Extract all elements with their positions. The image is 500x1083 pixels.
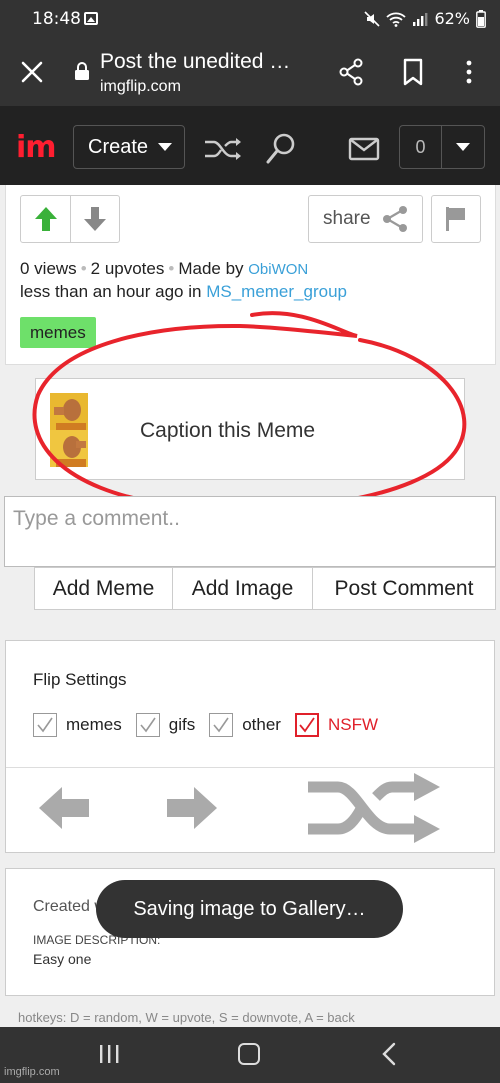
filter-label: NSFW	[327, 715, 378, 734]
time-label: less than an hour ago in	[20, 282, 202, 301]
close-icon[interactable]	[18, 58, 46, 86]
stream-link[interactable]: MS_memer_group	[206, 282, 347, 301]
share-icon[interactable]	[338, 58, 364, 86]
gallery-notification-icon	[84, 12, 98, 25]
flip-settings-heading: Flip Settings	[33, 670, 127, 689]
chevron-down-icon	[158, 143, 173, 151]
tag-badge[interactable]: memes	[20, 317, 96, 348]
signal-icon	[413, 12, 428, 26]
filter-label: gifs	[168, 715, 196, 734]
imgflip-watermark: imgflip.com	[4, 1066, 60, 1078]
caption-meme-button[interactable]: Caption this Meme	[35, 378, 465, 480]
made-by-label: Made by	[178, 259, 244, 278]
post-stats: 0 views • 2 upvotes • Made by ObiWON	[20, 259, 309, 278]
checkbox[interactable]	[209, 713, 234, 737]
checkbox[interactable]	[33, 713, 57, 737]
shuffle-icon[interactable]	[203, 136, 243, 162]
mute-icon	[364, 10, 381, 27]
page-url: imgflip.com	[100, 78, 181, 95]
share-label: share	[323, 208, 371, 229]
image-description-text: Easy one	[33, 951, 92, 967]
flag-button[interactable]	[431, 195, 481, 243]
check-icon	[140, 717, 156, 733]
battery-icon	[476, 9, 486, 28]
filter-other-checkbox[interactable]: other	[209, 713, 281, 737]
post-comment-button[interactable]: Post Comment	[313, 567, 496, 610]
battery-percent: 62%	[434, 9, 470, 28]
post-card: share 0 views • 2 upvotes • Made by ObiWON l…	[5, 185, 496, 365]
toast-message: Saving image to Gallery…	[96, 880, 403, 938]
meme-thumbnail	[50, 393, 88, 467]
back-icon[interactable]	[380, 1042, 398, 1066]
imgflip-logo[interactable]: im	[16, 133, 57, 163]
checkbox[interactable]	[294, 713, 319, 737]
system-navigation-bar	[0, 1027, 500, 1083]
more-options-icon[interactable]	[462, 58, 476, 86]
author-link[interactable]: ObiWON	[248, 261, 308, 278]
bookmark-icon[interactable]	[402, 58, 424, 86]
chevron-down-icon	[456, 143, 470, 151]
mail-icon[interactable]	[348, 136, 380, 162]
recent-apps-icon[interactable]	[98, 1044, 120, 1064]
add-meme-button[interactable]: Add Meme	[34, 567, 173, 610]
random-shuffle-icon[interactable]	[306, 773, 441, 843]
arrow-up-icon	[34, 207, 57, 231]
wifi-icon	[386, 12, 407, 27]
notifications-dropdown[interactable]: 0	[399, 125, 485, 169]
filter-gifs-checkbox[interactable]: gifs	[135, 713, 196, 737]
divider	[6, 767, 494, 768]
filter-label: other	[242, 715, 281, 734]
view-count: 0 views	[20, 259, 77, 278]
check-icon	[37, 717, 53, 733]
create-label: Create	[88, 135, 149, 158]
flip-filter-options: memes gifs other NSFW	[33, 713, 392, 737]
share-button[interactable]: share	[308, 195, 423, 243]
checkbox[interactable]	[135, 713, 160, 737]
add-image-button[interactable]: Add Image	[173, 567, 313, 610]
upvote-count: 2 upvotes	[90, 259, 165, 278]
vote-box	[20, 195, 120, 243]
page-title: Post the unedited …	[100, 50, 291, 73]
search-icon[interactable]	[265, 132, 297, 166]
upvote-button[interactable]	[21, 196, 70, 242]
next-arrow-icon[interactable]	[166, 785, 218, 831]
create-dropdown[interactable]: Create	[73, 125, 185, 169]
arrow-down-icon	[84, 207, 106, 231]
comment-actions: Add Meme Add Image Post Comment	[34, 567, 496, 610]
notifications-caret	[442, 126, 484, 168]
downvote-button[interactable]	[70, 196, 119, 242]
status-time: 18:48	[32, 9, 81, 29]
filter-memes-checkbox[interactable]: memes	[33, 713, 122, 737]
filter-label: memes	[66, 715, 122, 734]
share-icon	[382, 206, 407, 232]
check-icon	[213, 717, 229, 733]
flip-settings-panel: Flip Settings memes gifs other NSFW	[5, 640, 495, 853]
check-icon	[299, 717, 315, 733]
comment-input[interactable]: Type a comment..	[4, 496, 496, 567]
notification-count: 0	[400, 126, 442, 168]
status-bar: 18:48 62%	[0, 0, 500, 40]
caption-meme-label: Caption this Meme	[140, 419, 316, 442]
site-header: im Create 0	[0, 106, 500, 185]
previous-arrow-icon[interactable]	[38, 785, 90, 831]
status-icons: 62%	[364, 9, 486, 28]
filter-nsfw-checkbox[interactable]: NSFW	[294, 713, 378, 737]
home-icon[interactable]	[238, 1043, 260, 1065]
lock-icon	[75, 62, 89, 80]
post-time: less than an hour ago in MS_memer_group	[20, 282, 347, 302]
hotkeys-hint: hotkeys: D = random, W = upvote, S = dow…	[18, 1010, 355, 1025]
browser-toolbar: Post the unedited … imgflip.com	[0, 40, 500, 106]
flag-icon	[446, 207, 465, 231]
